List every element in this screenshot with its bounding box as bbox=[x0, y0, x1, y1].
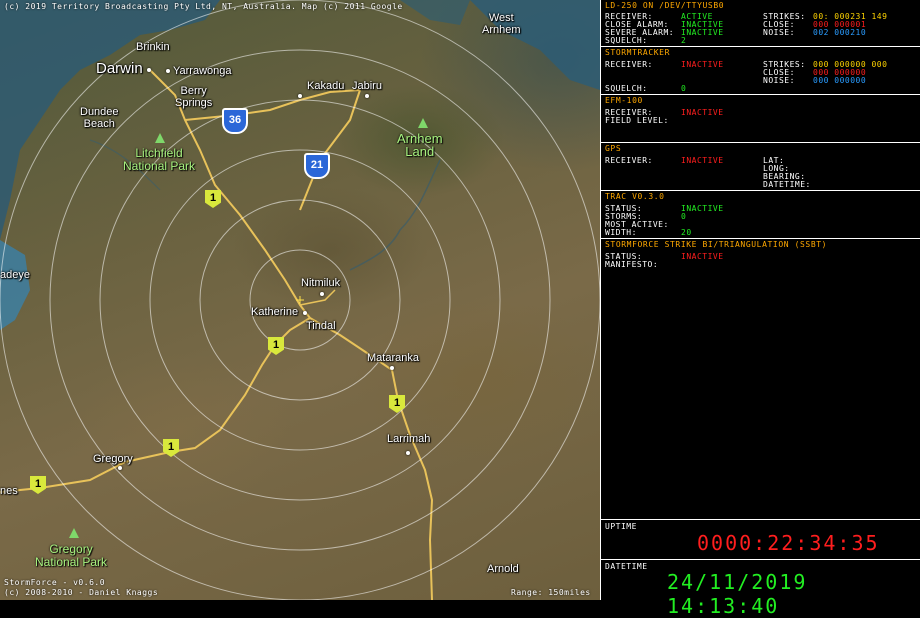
section-uptime: Uptime 0000:22:34:35 bbox=[601, 520, 920, 560]
place-dot-larrimah bbox=[406, 451, 410, 455]
place-brinkin: Brinkin bbox=[136, 41, 170, 53]
place-dot-nitmiluk bbox=[320, 292, 324, 296]
highway-21-shield-icon: 21 bbox=[304, 153, 330, 179]
receiver-status: Inactive bbox=[681, 60, 724, 69]
place-tindal: Tindal bbox=[306, 320, 336, 332]
squelch-label: Squelch: bbox=[605, 84, 648, 93]
datetime-label: DateTime: bbox=[763, 180, 811, 189]
range-indicator: Range: 150miles bbox=[511, 588, 591, 597]
section-ssbt: StormForce Strike Bi/Triangulation (SSBT… bbox=[601, 239, 920, 520]
place-dot-yarrawonga bbox=[166, 69, 170, 73]
noise-value: 000 000000 bbox=[813, 76, 867, 85]
place-nes: nes bbox=[0, 485, 18, 497]
datetime-value: 24/11/2019 14:13:40 bbox=[667, 570, 808, 618]
squelch-value: 2 bbox=[681, 36, 687, 45]
copyright-notice: (c) 2019 Territory Broadcasting Pty Ltd,… bbox=[4, 2, 403, 11]
storms-value: 0 bbox=[681, 212, 687, 221]
region-arnhem-land: Arnhem Land bbox=[397, 131, 443, 159]
uptime-value: 0000:22:34:35 bbox=[697, 531, 880, 555]
section-title: StormForce Strike Bi/Triangulation (SSBT… bbox=[605, 240, 828, 249]
width-value: 20 bbox=[681, 228, 692, 237]
center-crosshair bbox=[296, 296, 304, 304]
receiver-status: Inactive bbox=[681, 108, 724, 117]
map-view[interactable]: West Arnhem Brinkin Darwin Yarrawonga Be… bbox=[0, 0, 600, 600]
section-title: EFM-100 bbox=[605, 96, 643, 105]
place-dot-kakadu bbox=[298, 94, 302, 98]
datetime-title: DateTime bbox=[605, 562, 648, 571]
map-overlay bbox=[0, 0, 600, 600]
park-gregory: Gregory National Park bbox=[35, 542, 108, 569]
section-efm100: EFM-100 Receiver: Inactive Field Level: bbox=[601, 95, 920, 143]
section-title: StormTracker bbox=[605, 48, 670, 57]
place-nitmiluk: Nitmiluk bbox=[301, 277, 341, 289]
receiver-label: Receiver: bbox=[605, 156, 653, 165]
uptime-label: Uptime bbox=[605, 522, 637, 531]
place-katherine: Katherine bbox=[251, 306, 299, 318]
sea-area-west bbox=[0, 240, 30, 330]
section-stormtracker: StormTracker Receiver: Inactive Squelch:… bbox=[601, 47, 920, 95]
park-litchfield: Litchfield National Park bbox=[123, 146, 196, 173]
park-tree-icon bbox=[69, 528, 79, 538]
place-gregory: Gregory bbox=[93, 453, 133, 465]
place-dot-darwin bbox=[147, 68, 151, 72]
status-value: Inactive bbox=[681, 204, 724, 213]
noise-label: Noise: bbox=[763, 76, 795, 85]
section-ld250: LD-250 on /dev/ttyUSB0 Receiver: Active … bbox=[601, 0, 920, 47]
place-jabiru: Jabiru bbox=[352, 80, 382, 92]
section-title: GPS bbox=[605, 144, 622, 153]
receiver-label: Receiver: bbox=[605, 60, 653, 69]
place-dundee-beach: Dundee Beach bbox=[80, 106, 119, 130]
highway-36-shield-icon: 36 bbox=[222, 108, 248, 134]
section-title: TRAC v0.3.0 bbox=[605, 192, 665, 201]
road-victoria-highway bbox=[0, 317, 311, 493]
place-west-arnhem: West Arnhem bbox=[482, 12, 521, 36]
park-tree-icon bbox=[155, 133, 165, 143]
place-dot-jabiru bbox=[365, 94, 369, 98]
place-dot-mataranka bbox=[390, 366, 394, 370]
section-trac: TRAC v0.3.0 Status: Inactive Storms: 0 M… bbox=[601, 191, 920, 239]
receiver-status: Inactive bbox=[681, 156, 724, 165]
place-adeye: adeye bbox=[0, 269, 30, 281]
place-berry-springs: Berry Springs bbox=[175, 85, 213, 109]
place-arnold: Arnold bbox=[487, 563, 519, 575]
squelch-value: 0 bbox=[681, 84, 687, 93]
place-darwin: Darwin bbox=[96, 60, 143, 77]
manifesto-label: Manifesto: bbox=[605, 260, 659, 269]
status-panel: LD-250 on /dev/ttyUSB0 Receiver: Active … bbox=[600, 0, 920, 618]
park-tree-icon bbox=[418, 118, 428, 128]
section-gps: GPS Receiver: Inactive Lat: Long: Bearin… bbox=[601, 143, 920, 191]
section-title: LD-250 on /dev/ttyUSB0 bbox=[605, 1, 725, 10]
field-level-label: Field Level: bbox=[605, 116, 669, 125]
app-version: StormForce - v0.6.0 bbox=[4, 578, 106, 587]
place-yarrawonga: Yarrawonga bbox=[173, 65, 232, 77]
noise-value: 002 000210 bbox=[813, 28, 867, 37]
place-kakadu: Kakadu bbox=[307, 80, 345, 92]
place-dot-gregory bbox=[118, 466, 122, 470]
place-dot-katherine bbox=[303, 311, 307, 315]
place-mataranka: Mataranka bbox=[367, 352, 419, 364]
section-datetime: DateTime 24/11/2019 14:13:40 bbox=[601, 560, 920, 618]
squelch-label: Squelch: bbox=[605, 36, 648, 45]
app-author: (c) 2008-2010 - Daniel Knaggs bbox=[4, 588, 159, 597]
width-label: Width: bbox=[605, 228, 637, 237]
noise-label: Noise: bbox=[763, 28, 795, 37]
place-larrimah: Larrimah bbox=[387, 433, 431, 445]
severe-alarm-status: Inactive bbox=[681, 28, 724, 37]
status-value: Inactive bbox=[681, 252, 724, 261]
